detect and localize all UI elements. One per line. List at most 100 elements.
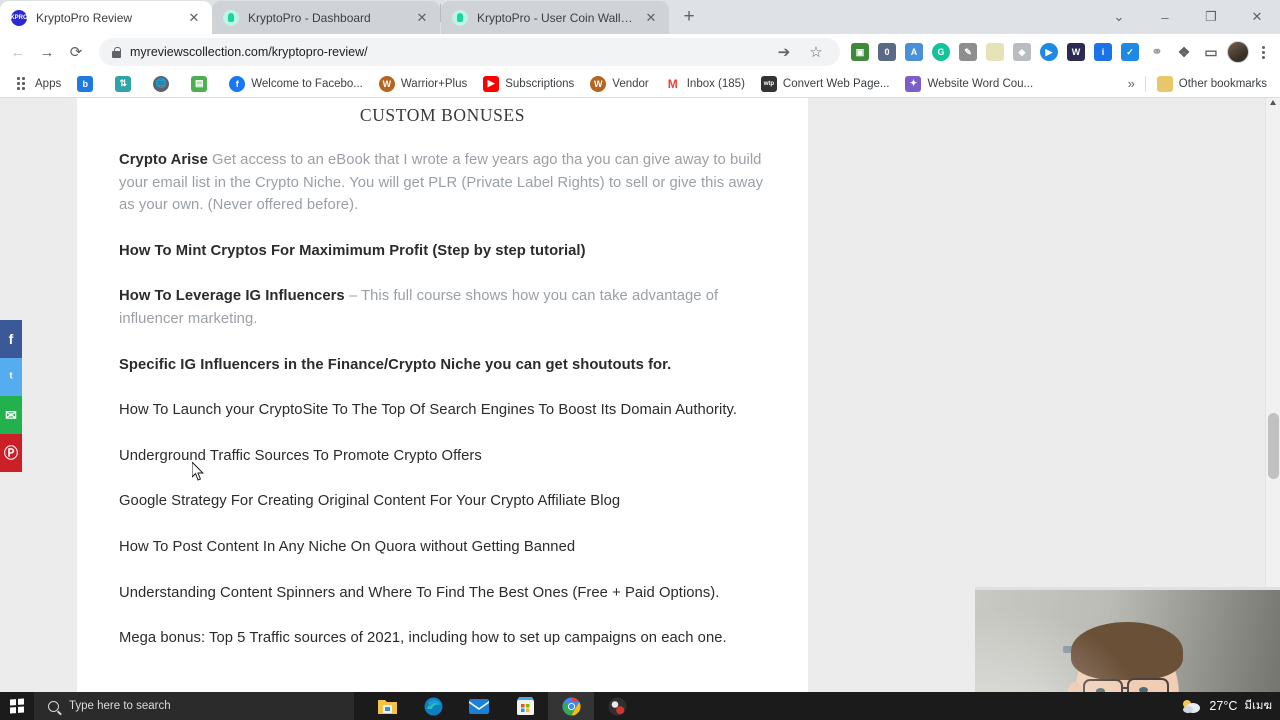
binoculars-icon[interactable]: ⚭: [1144, 38, 1170, 66]
bookmark-inbox[interactable]: M Inbox (185): [658, 73, 752, 95]
microsoft-edge-icon[interactable]: [410, 692, 456, 720]
star-icon[interactable]: ☆: [802, 38, 830, 66]
bookmark-convert-web-page[interactable]: wtp Convert Web Page...: [754, 73, 897, 95]
translate-extension-icon[interactable]: A: [901, 38, 927, 66]
shield-privacy-icon[interactable]: ◈: [1009, 38, 1035, 66]
address-bar[interactable]: myreviewscollection.com/kryptopro-review…: [99, 38, 840, 66]
bonus-text: How To Launch your CryptoSite To The Top…: [119, 402, 738, 419]
krypto-teal-icon: [223, 9, 239, 26]
bookmark-subscriptions[interactable]: ▶ Subscriptions: [476, 73, 581, 95]
tab-title: KryptoPro - Dashboard: [248, 10, 371, 25]
wordcount-icon: ✦: [905, 75, 922, 92]
microsoft-store-icon[interactable]: [502, 692, 548, 720]
bookmark-label: Vendor: [612, 77, 649, 90]
new-tab-button[interactable]: +: [675, 3, 703, 31]
page-title: CUSTOM BONUSES: [359, 105, 526, 125]
scrollbar-thumb[interactable]: [1268, 413, 1279, 479]
profile-avatar-icon[interactable]: [1225, 38, 1251, 66]
grammarly-icon[interactable]: G: [928, 38, 954, 66]
bonus-lead: How To Mint Cryptos For Maximimum Profit…: [119, 242, 586, 259]
tab-close-icon[interactable]: ✕: [186, 10, 202, 26]
bonus-paragraph-3: Specific IG Influencers in the Finance/C…: [119, 354, 766, 377]
bookmarks-separator: [1144, 75, 1146, 92]
bookmark-bing[interactable]: b: [70, 73, 106, 95]
info-extension-icon[interactable]: i: [1090, 38, 1116, 66]
bookmarks-overflow-button[interactable]: »: [1122, 76, 1141, 91]
browser-tab-1[interactable]: KryptoPro - Dashboard ✕: [212, 1, 440, 34]
browser-window: KPRO KryptoPro Review ✕ KryptoPro - Dash…: [0, 0, 1280, 692]
maximize-button[interactable]: ❐: [1188, 1, 1234, 33]
gmail-icon: M: [664, 75, 681, 92]
weather-temperature: 27°C: [1209, 699, 1238, 713]
bookmark-warriorplus[interactable]: W Warrior+Plus: [372, 73, 474, 95]
bookmark-website-word-count[interactable]: ✦ Website Word Cou...: [898, 73, 1040, 95]
video-download-icon[interactable]: ▶: [1036, 38, 1062, 66]
puzzle-extensions-icon[interactable]: ❖: [1171, 38, 1197, 66]
green-doc-icon: ▤: [191, 75, 208, 92]
forward-button[interactable]: →: [33, 38, 61, 66]
notes-extension-icon[interactable]: ✎: [955, 38, 981, 66]
bonus-text: Mega bonus: Top 5 Traffic sources of 202…: [119, 630, 727, 647]
tab-close-icon[interactable]: ✕: [643, 10, 659, 26]
close-window-button[interactable]: ✕: [1234, 1, 1280, 33]
warriorplus-icon: W: [590, 75, 607, 92]
webcam-light-glow: [975, 590, 1280, 692]
presenter-webcam-overlay[interactable]: [975, 587, 1280, 692]
mail-icon[interactable]: [456, 692, 502, 720]
bonus-text: How To Post Content In Any Niche On Quor…: [119, 538, 576, 555]
email-share-button[interactable]: ✉: [0, 396, 22, 434]
browser-tab-0[interactable]: KPRO KryptoPro Review ✕: [0, 1, 212, 34]
twitter-share-button[interactable]: ᵗ: [0, 358, 22, 396]
sidepanel-icon[interactable]: ▭: [1198, 38, 1224, 66]
sticky-note-icon[interactable]: [982, 38, 1008, 66]
bonus-text: Google Strategy For Creating Original Co…: [119, 493, 621, 510]
facebook-icon: f: [229, 75, 246, 92]
bookmark-facebook[interactable]: f Welcome to Facebo...: [222, 73, 370, 95]
tab-strip: KPRO KryptoPro Review ✕ KryptoPro - Dash…: [0, 0, 1280, 34]
obs-studio-icon[interactable]: [594, 692, 640, 720]
bonus-lead: How To Leverage IG Influencers: [119, 288, 345, 305]
bookmark-apps[interactable]: Apps: [6, 73, 68, 95]
three-dot-menu-icon[interactable]: [1252, 45, 1274, 59]
other-bookmarks-button[interactable]: Other bookmarks: [1150, 73, 1274, 95]
folder-icon: [1156, 75, 1173, 92]
article-card: CUSTOM BONUSES Crypto Arise Get access t…: [77, 98, 808, 692]
bookmark-globe[interactable]: 🌐: [146, 73, 182, 95]
link-checker-icon[interactable]: 0: [874, 38, 900, 66]
wave-extension-icon[interactable]: W: [1063, 38, 1089, 66]
apps-grid-icon: [13, 76, 29, 92]
back-button[interactable]: ←: [4, 38, 32, 66]
browser-toolbar: ← → ⟳ myreviewscollection.com/kryptopro-…: [0, 34, 1280, 70]
bonus-lead: Crypto Arise: [119, 152, 208, 168]
share-icon[interactable]: ➔: [770, 38, 798, 66]
mouse-cursor: [192, 462, 204, 481]
search-placeholder: Type here to search: [69, 700, 171, 712]
social-share-rail: f ᵗ ✉ Ⓟ: [0, 320, 22, 472]
bookmark-vendor[interactable]: W Vendor: [583, 73, 655, 95]
minimize-button[interactable]: –: [1142, 1, 1188, 33]
facebook-share-button[interactable]: f: [0, 320, 22, 358]
bookmark-green-doc[interactable]: ▤: [184, 73, 220, 95]
chevron-down-icon[interactable]: ⌄: [1096, 1, 1142, 33]
bookmark-sync[interactable]: ⇅: [108, 73, 144, 95]
pinterest-share-button[interactable]: Ⓟ: [0, 434, 22, 472]
tab-title: KryptoPro - User Coin Wallets: [477, 10, 634, 25]
google-chrome-icon[interactable]: [548, 692, 594, 720]
other-bookmarks-label: Other bookmarks: [1178, 77, 1267, 90]
taskbar-apps: [364, 692, 640, 720]
scroll-up-arrow-icon[interactable]: [1270, 100, 1276, 105]
wtp-icon: wtp: [760, 75, 777, 92]
page-viewport: f ᵗ ✉ Ⓟ CUSTOM BONUSES Crypto Arise Get …: [0, 98, 1280, 692]
image-extension-icon[interactable]: ▣: [847, 38, 873, 66]
browser-tab-2[interactable]: KryptoPro - User Coin Wallets ✕: [441, 1, 669, 34]
reload-button[interactable]: ⟳: [62, 38, 90, 66]
checkmark-extension-icon[interactable]: ✓: [1117, 38, 1143, 66]
bonus-paragraph-0: Crypto Arise Get access to an eBook that…: [119, 149, 766, 217]
file-explorer-icon[interactable]: [364, 692, 410, 720]
weather-widget[interactable]: 27°C มีเมฆ: [1180, 697, 1272, 715]
start-button[interactable]: [0, 692, 34, 720]
tab-close-icon[interactable]: ✕: [414, 10, 430, 26]
taskbar-search-input[interactable]: Type here to search: [34, 692, 354, 720]
bonus-text: Get access to an eBook that I wrote a fe…: [119, 152, 764, 214]
bonus-paragraph-7: How To Post Content In Any Niche On Quor…: [119, 536, 766, 559]
